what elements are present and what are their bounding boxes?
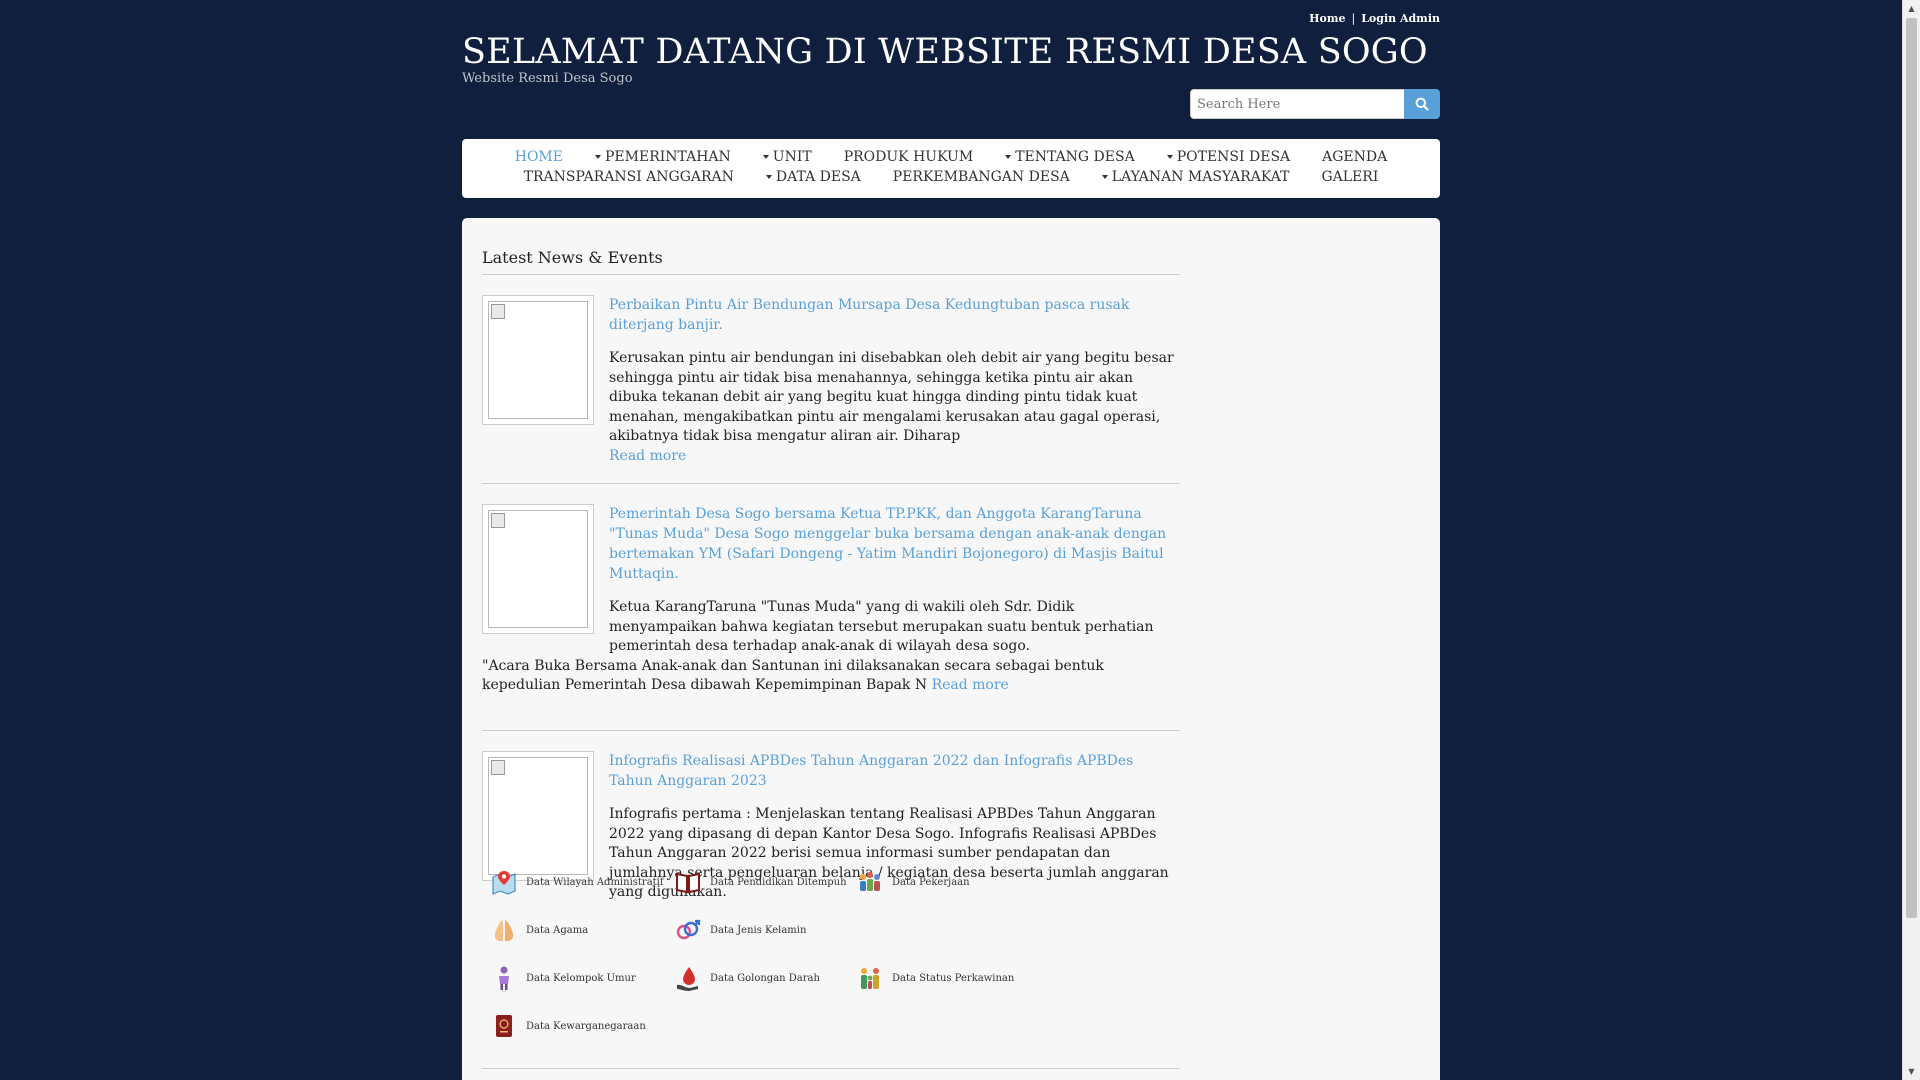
data-link-label: Data Jenis Kelamin xyxy=(710,924,807,936)
data-link-label: Data Status Perkawinan xyxy=(892,972,1015,984)
nav-item-home[interactable]: HOME xyxy=(499,149,579,165)
nav-item-tentang-desa[interactable]: TENTANG DESA xyxy=(989,149,1151,165)
data-link-jenis-kelamin[interactable]: Data Jenis Kelamin xyxy=(674,916,806,944)
nav-label: LAYANAN MASYARAKAT xyxy=(1111,169,1290,185)
news-item: Perbaikan Pintu Air Bendungan Mursapa De… xyxy=(482,295,1180,484)
news-excerpt-text: Kerusakan pintu air bendungan ini diseba… xyxy=(609,350,1174,444)
workers-icon xyxy=(856,868,884,896)
nav-row-1: HOME PEMERINTAHAN UNIT PRODUK HUKUM TENT… xyxy=(462,149,1440,165)
news-title-link[interactable]: Infografis Realisasi APBDes Tahun Anggar… xyxy=(609,751,1180,791)
news-column: Latest News & Events Perbaikan Pintu Air… xyxy=(482,248,1180,900)
nav-label: PERKEMBANGAN DESA xyxy=(892,169,1070,185)
data-link-label: Data Kewarganegaraan xyxy=(526,1020,646,1032)
top-links: Home | Login Admin xyxy=(1309,12,1440,25)
book-icon xyxy=(674,868,702,896)
broken-image-icon xyxy=(488,301,588,419)
data-link-label: Data Agama xyxy=(526,924,589,936)
nav-item-galeri[interactable]: GALERI xyxy=(1305,169,1394,185)
nav-label: PEMERINTAHAN xyxy=(605,149,731,165)
search-form xyxy=(1190,89,1440,119)
nav-item-potensi-desa[interactable]: POTENSI DESA xyxy=(1151,149,1306,165)
nav-label: UNIT xyxy=(772,149,812,165)
data-link-kewarganegaraan[interactable]: Data Kewarganegaraan xyxy=(490,1012,646,1040)
nav-label: HOME xyxy=(514,149,563,165)
data-link-label: Data Pekerjaan xyxy=(892,876,970,888)
data-link-label: Data Golongan Darah xyxy=(710,972,820,984)
main-nav: HOME PEMERINTAHAN UNIT PRODUK HUKUM TENT… xyxy=(462,139,1440,198)
caret-down-icon xyxy=(1005,155,1012,159)
home-link[interactable]: Home xyxy=(1309,12,1345,25)
divider xyxy=(482,1068,1180,1069)
data-link-golongan-darah[interactable]: Data Golongan Darah xyxy=(674,964,820,992)
nav-label: TENTANG DESA xyxy=(1015,149,1135,165)
caret-down-icon xyxy=(762,155,769,159)
news-title-link[interactable]: Perbaikan Pintu Air Bendungan Mursapa De… xyxy=(609,295,1180,335)
nav-label: PRODUK HUKUM xyxy=(843,149,974,165)
content-panel: Latest News & Events Perbaikan Pintu Air… xyxy=(462,218,1440,1080)
data-link-wilayah[interactable]: Data Wilayah Administratif xyxy=(490,868,664,896)
scroll-up-arrow-icon[interactable]: ▲ xyxy=(1903,0,1920,17)
nav-item-produk-hukum[interactable]: PRODUK HUKUM xyxy=(828,149,989,165)
nav-label: GALERI xyxy=(1321,169,1379,185)
nav-item-pemerintahan[interactable]: PEMERINTAHAN xyxy=(579,149,747,165)
data-link-pekerjaan[interactable]: Data Pekerjaan xyxy=(856,868,970,896)
nav-label: DATA DESA xyxy=(775,169,861,185)
search-button[interactable] xyxy=(1404,89,1440,119)
news-item: Pemerintah Desa Sogo bersama Ketua TP.PK… xyxy=(482,504,1180,731)
caret-down-icon xyxy=(1166,155,1173,159)
nav-item-agenda[interactable]: AGENDA xyxy=(1306,149,1403,165)
nav-label: POTENSI DESA xyxy=(1176,149,1291,165)
nav-item-layanan-masyarakat[interactable]: LAYANAN MASYARAKAT xyxy=(1086,169,1306,185)
search-icon xyxy=(1415,97,1429,111)
gender-icon xyxy=(674,916,702,944)
data-link-label: Data Wilayah Administratif xyxy=(526,876,664,888)
site-title: SELAMAT DATANG DI WEBSITE RESMI DESA SOG… xyxy=(462,32,1428,72)
site-subtitle: Website Resmi Desa Sogo xyxy=(462,71,633,86)
news-title-link[interactable]: Pemerintah Desa Sogo bersama Ketua TP.PK… xyxy=(609,504,1180,584)
caret-down-icon xyxy=(765,175,772,179)
data-links-grid: Data Wilayah Administratif Data Pendidik… xyxy=(482,858,1042,1058)
news-thumbnail[interactable] xyxy=(482,504,594,634)
broken-image-icon xyxy=(488,510,588,628)
blood-drop-icon xyxy=(674,964,702,992)
data-link-label: Data Pendidikan Ditempuh xyxy=(710,876,847,888)
nav-item-perkembangan-desa[interactable]: PERKEMBANGAN DESA xyxy=(877,169,1086,185)
praying-hands-icon xyxy=(490,916,518,944)
family-icon xyxy=(856,964,884,992)
nav-item-transparansi-anggaran[interactable]: TRANSPARANSI ANGGARAN xyxy=(508,169,750,185)
section-title: Latest News & Events xyxy=(482,248,1180,275)
data-link-label: Data Kelompok Umur xyxy=(526,972,636,984)
nav-row-2: TRANSPARANSI ANGGARAN DATA DESA PERKEMBA… xyxy=(462,169,1440,185)
read-more-link[interactable]: Read more xyxy=(932,677,1009,693)
nav-label: AGENDA xyxy=(1322,149,1388,165)
data-link-kelompok-umur[interactable]: Data Kelompok Umur xyxy=(490,964,636,992)
scroll-down-arrow-icon[interactable]: ▼ xyxy=(1903,1063,1920,1080)
login-admin-link[interactable]: Login Admin xyxy=(1361,12,1440,25)
nav-item-unit[interactable]: UNIT xyxy=(747,149,828,165)
nav-item-data-desa[interactable]: DATA DESA xyxy=(750,169,877,185)
data-link-status-perkawinan[interactable]: Data Status Perkawinan xyxy=(856,964,1014,992)
data-link-agama[interactable]: Data Agama xyxy=(490,916,588,944)
vertical-scrollbar[interactable]: ▲ ▼ xyxy=(1902,0,1920,1080)
caret-down-icon xyxy=(595,155,601,159)
person-age-icon xyxy=(490,964,518,992)
caret-down-icon xyxy=(1101,175,1108,179)
news-excerpt-text: Ketua KarangTaruna "Tunas Muda" yang di … xyxy=(609,599,1154,654)
news-thumbnail[interactable] xyxy=(482,295,594,425)
data-link-pendidikan[interactable]: Data Pendidikan Ditempuh xyxy=(674,868,847,896)
top-links-separator: | xyxy=(1351,12,1356,25)
search-input[interactable] xyxy=(1190,89,1404,119)
page: Home | Login Admin SELAMAT DATANG DI WEB… xyxy=(0,0,1903,1080)
news-excerpt-text: "Acara Buka Bersama Anak-anak dan Santun… xyxy=(482,657,1104,694)
map-pin-icon xyxy=(490,868,518,896)
nav-label: TRANSPARANSI ANGGARAN xyxy=(523,169,734,185)
read-more-link[interactable]: Read more xyxy=(609,448,686,464)
scrollbar-thumb[interactable] xyxy=(1906,18,1917,918)
news-excerpt: Kerusakan pintu air bendungan ini diseba… xyxy=(609,349,1180,466)
passport-icon xyxy=(490,1012,518,1040)
